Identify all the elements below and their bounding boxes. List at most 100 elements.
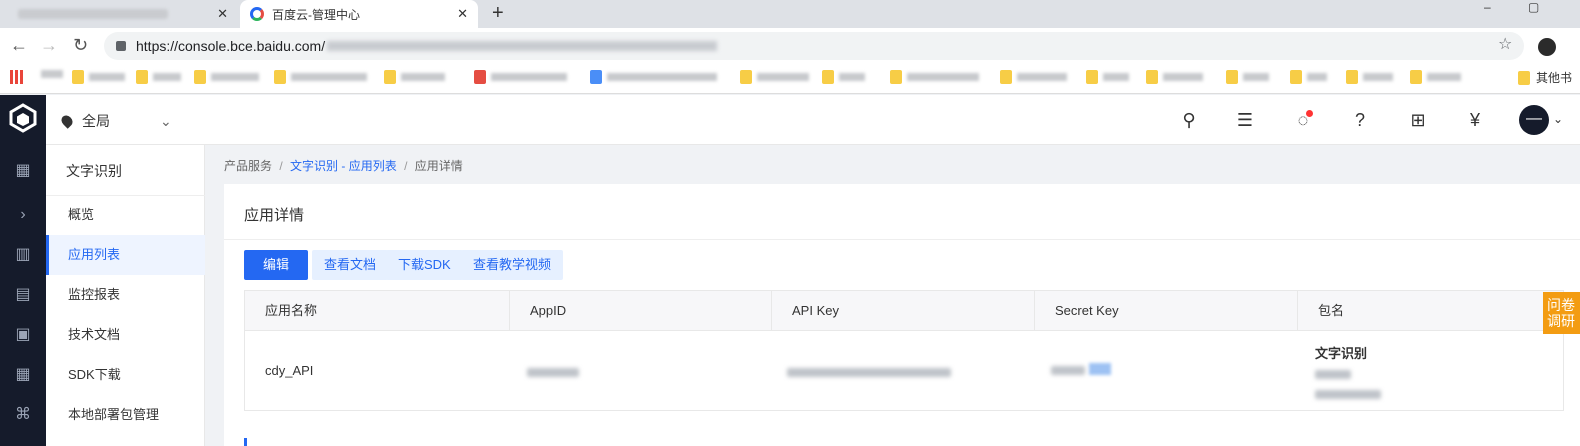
- folder-icon: [1410, 70, 1422, 84]
- cell-secret-key-redacted: [1051, 363, 1111, 378]
- divider: [224, 239, 1580, 240]
- tutorial-video-button[interactable]: 查看教学视频: [461, 250, 564, 280]
- other-bookmarks-label: 其他书: [1536, 71, 1573, 85]
- survey-line-2: 调研: [1547, 313, 1575, 329]
- folder-icon: [136, 70, 148, 84]
- profile-avatar[interactable]: [1538, 38, 1556, 56]
- notification-dot: [1306, 110, 1313, 117]
- column-header-api-key: API Key: [772, 291, 1035, 331]
- folder-icon: [1290, 70, 1302, 84]
- close-tab-icon[interactable]: ✕: [457, 6, 468, 22]
- bookmark-item[interactable]: [474, 70, 567, 84]
- folder-icon: [274, 70, 286, 84]
- reload-icon[interactable]: ↻: [73, 35, 88, 56]
- cell-package-line: [1315, 367, 1351, 382]
- view-docs-button[interactable]: 查看文档: [312, 250, 389, 280]
- bookmark-item[interactable]: [1000, 70, 1067, 84]
- bookmark-item[interactable]: [384, 70, 445, 84]
- bookmark-item[interactable]: [136, 70, 181, 84]
- favicon-icon: [590, 70, 602, 84]
- region-selector[interactable]: 全局 ⌄: [59, 111, 172, 131]
- cell-app-name: cdy_API: [265, 363, 314, 378]
- search-icon[interactable]: ⚲: [1178, 109, 1200, 131]
- bookmarks-bar: [0, 64, 1580, 94]
- lock-icon: [116, 41, 126, 51]
- bookmark-item[interactable]: [72, 70, 125, 84]
- bookmark-star-icon[interactable]: ☆: [1498, 34, 1512, 54]
- bookmark-item[interactable]: [890, 70, 979, 84]
- bookmark-item[interactable]: [822, 70, 865, 84]
- table-header: 应用名称 AppID API Key Secret Key 包名: [245, 291, 1563, 331]
- other-bookmarks[interactable]: 其他书: [1518, 69, 1572, 86]
- cell-package-title: 文字识别: [1315, 346, 1368, 361]
- building-icon[interactable]: ▥: [13, 245, 33, 265]
- maximize-icon[interactable]: ▢: [1528, 0, 1539, 14]
- billing-yen-icon[interactable]: ¥: [1464, 109, 1486, 131]
- order-list-icon[interactable]: ☰: [1234, 109, 1256, 131]
- bookmark-item[interactable]: [1346, 70, 1393, 84]
- bookmark-item[interactable]: [1410, 70, 1461, 84]
- breadcrumb-separator: /: [279, 159, 283, 173]
- folder-icon: [822, 70, 834, 84]
- apps-icon[interactable]: ▦: [13, 365, 33, 385]
- command-icon[interactable]: ⌘: [13, 405, 33, 425]
- baidu-cloud-favicon-icon: [250, 7, 264, 21]
- bookmark-item[interactable]: [36, 70, 63, 78]
- side-menu-item-sdk[interactable]: SDK下载: [46, 355, 205, 395]
- blurred-tab-title: [18, 9, 168, 19]
- help-icon[interactable]: ?: [1349, 109, 1371, 131]
- browser-tab-inactive[interactable]: ✕: [0, 0, 238, 28]
- download-sdk-button[interactable]: 下载SDK: [386, 250, 463, 280]
- edit-button[interactable]: 编辑: [244, 250, 308, 280]
- bookmark-item[interactable]: [1086, 70, 1129, 84]
- breadcrumb-current: 应用详情: [414, 159, 463, 173]
- browser-tab-bar: ✕ 百度云-管理中心 ✕ + ‒ ▢: [0, 0, 1580, 28]
- side-menu-item-app-list[interactable]: 应用列表: [46, 235, 205, 275]
- side-menu-item-monitoring[interactable]: 监控报表: [46, 275, 205, 315]
- side-menu-item-overview[interactable]: 概览: [46, 195, 205, 235]
- show-secret-link[interactable]: [1088, 363, 1111, 375]
- forward-arrow-icon[interactable]: →: [40, 35, 58, 56]
- bookmark-item[interactable]: [1290, 70, 1327, 84]
- product-side-menu: 文字识别 概览 应用列表 监控报表 技术文档 SDK下载 本地部署包管理: [46, 145, 205, 446]
- folder-icon: [1226, 70, 1238, 84]
- bookmark-item[interactable]: [1146, 70, 1203, 84]
- page-title: 应用详情: [244, 207, 305, 224]
- minimize-icon[interactable]: ‒: [1484, 0, 1491, 14]
- expand-chevron-icon[interactable]: ›: [13, 205, 33, 225]
- user-avatar[interactable]: —: [1519, 105, 1549, 135]
- breadcrumb-root[interactable]: 产品服务: [224, 159, 272, 173]
- chevron-down-icon: ⌄: [160, 112, 172, 129]
- breadcrumb-app-list-link[interactable]: 文字识别 - 应用列表: [290, 159, 397, 173]
- side-menu-item-local-deploy[interactable]: 本地部署包管理: [46, 395, 205, 435]
- apps-grid-icon[interactable]: [10, 70, 24, 84]
- favicon-icon: [474, 70, 486, 84]
- org-structure-icon[interactable]: ⊞: [1407, 109, 1429, 131]
- bookmark-item[interactable]: [274, 70, 367, 84]
- side-menu-item-docs[interactable]: 技术文档: [46, 315, 205, 355]
- new-tab-icon[interactable]: +: [492, 2, 504, 25]
- baidu-cloud-logo-icon[interactable]: [8, 103, 38, 133]
- dashboard-grid-icon[interactable]: ▦: [13, 161, 33, 181]
- app-info-table: 应用名称 AppID API Key Secret Key 包名 cdy_API…: [244, 290, 1564, 411]
- bookmark-item[interactable]: [740, 70, 809, 84]
- folder-icon: [1146, 70, 1158, 84]
- folder-icon: [890, 70, 902, 84]
- back-arrow-icon[interactable]: ←: [10, 35, 28, 56]
- browser-tab-active[interactable]: 百度云-管理中心 ✕: [240, 0, 478, 28]
- bookmark-item[interactable]: [590, 70, 717, 84]
- survey-float-tab[interactable]: 问卷 调研: [1543, 292, 1580, 334]
- url-text: https://console.bce.baidu.com/: [136, 38, 326, 54]
- folder-icon: [384, 70, 396, 84]
- breadcrumb-separator: /: [404, 159, 408, 173]
- blurred-url-path: [327, 41, 718, 51]
- server-icon[interactable]: ▣: [13, 325, 33, 345]
- folder-icon: [1000, 70, 1012, 84]
- bookmark-item[interactable]: [1226, 70, 1269, 84]
- document-icon[interactable]: ▤: [13, 285, 33, 305]
- chevron-down-icon[interactable]: ⌄: [1553, 112, 1563, 126]
- bookmark-item[interactable]: [194, 70, 259, 84]
- url-omnibox[interactable]: https://console.bce.baidu.com/: [104, 32, 1524, 60]
- close-tab-icon[interactable]: ✕: [217, 6, 228, 22]
- console-left-nav: ▦ › ▥ ▤ ▣ ▦ ⌘: [0, 95, 46, 446]
